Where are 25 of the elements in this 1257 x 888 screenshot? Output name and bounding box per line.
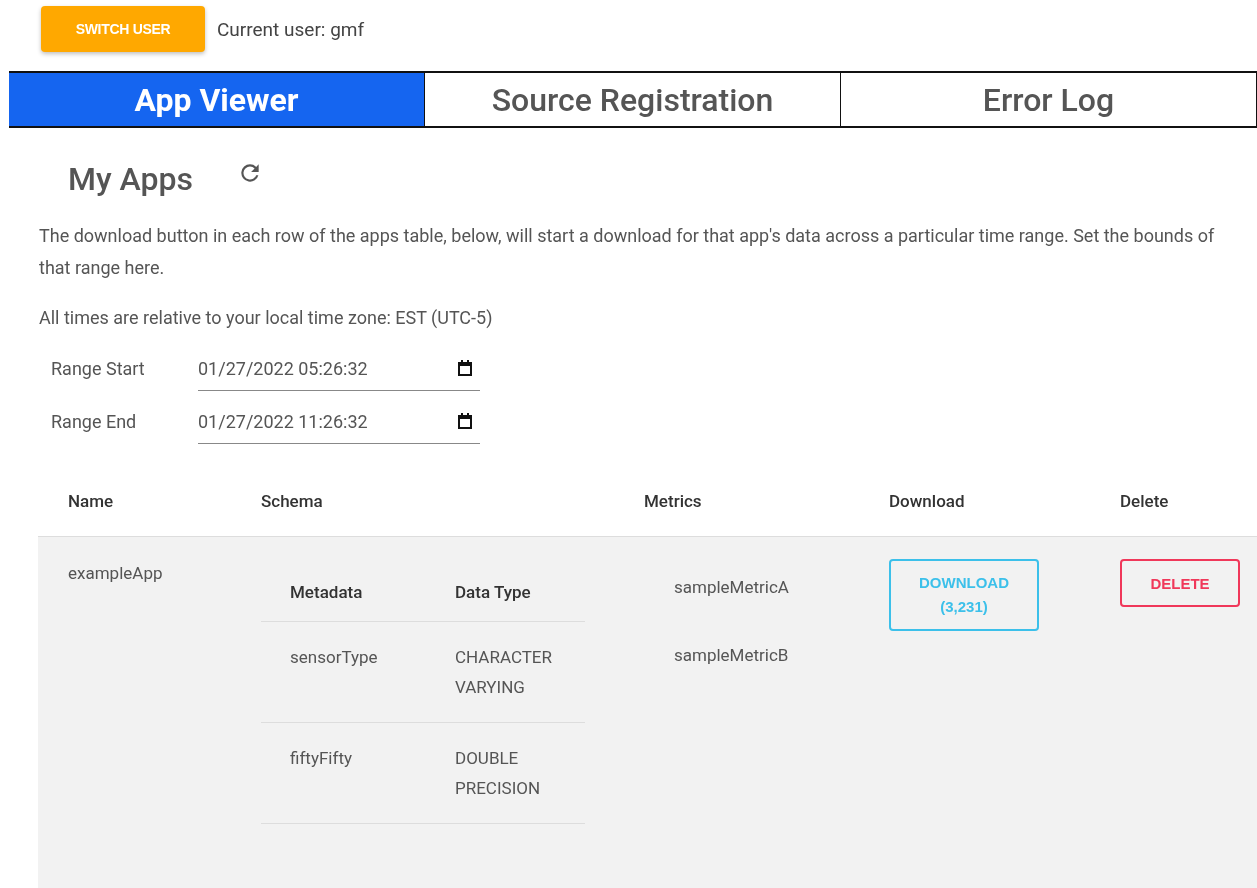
section-title: My Apps [68,160,193,198]
column-header: Schema [261,491,324,511]
schema-cell: DOUBLE PRECISION [426,722,585,824]
nav-tab[interactable]: App Viewer [9,73,425,126]
metric-name: sampleMetricB [674,645,790,665]
app-name-cell-text: exampleApp [68,562,164,585]
date-time-field[interactable]: 01/27/2022 05:26:32 [198,346,480,391]
column-header: Name [68,491,115,511]
schema-cell: sensorType [261,621,426,723]
column-header: Download [889,491,966,511]
calendar-icon[interactable] [456,412,474,430]
date-time-field[interactable]: 01/27/2022 11:26:32 [198,399,480,444]
calendar-icon[interactable] [456,359,474,377]
range-label: Range Start [51,358,146,379]
schema-header: Data Type [426,563,585,622]
schema-cell: fiftyFifty [261,722,426,824]
schema-cell: CHARACTER VARYING [426,621,585,723]
description-text: The download button in each row of the apps table, below, will start a download for that app's data across a particular time range. Set the bounds of that range here. [39,224,1216,280]
range-label: Range End [51,411,138,432]
metric-name: sampleMetricA [674,577,790,597]
current-user-label: Current user: gmf [217,17,365,41]
column-header: Metrics [644,491,703,511]
timezone-note: All times are relative to your local time zone: EST (UTC-5) [39,307,494,328]
column-header: Delete [1120,491,1170,511]
schema-header: Metadata [261,563,426,622]
